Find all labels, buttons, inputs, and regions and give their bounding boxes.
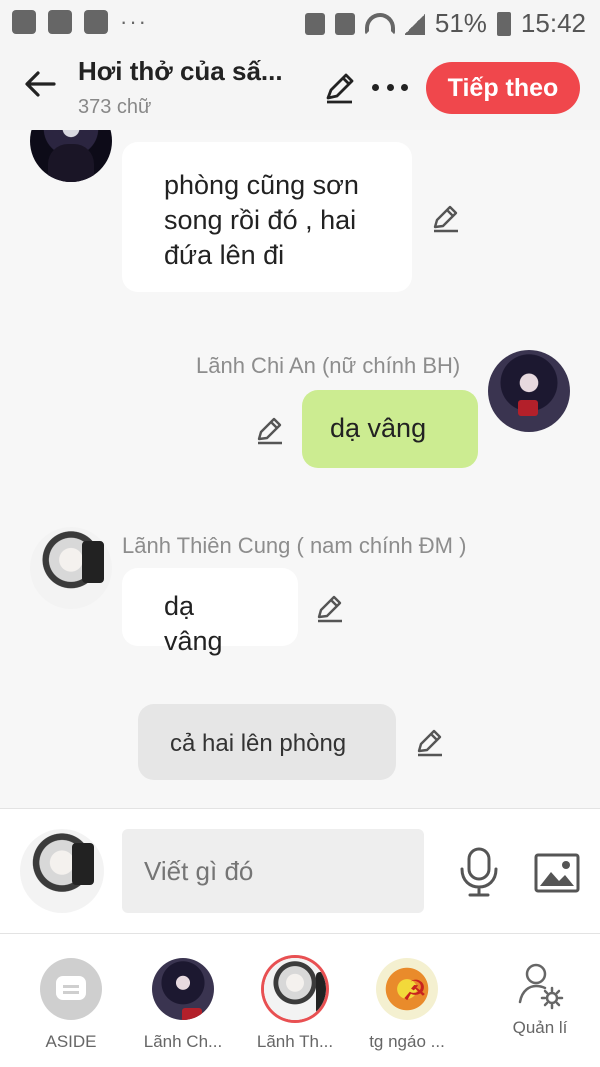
back-arrow-icon[interactable] — [22, 66, 58, 102]
cast-item-aside[interactable]: ASIDE — [21, 958, 121, 1058]
edit-message-icon[interactable] — [314, 592, 346, 624]
message-bubble-right[interactable]: dạ vâng — [302, 390, 478, 468]
status-bar: ··· 51% 15:42 — [0, 0, 600, 48]
cast-item-tg-ngao[interactable]: tg ngáo ... — [357, 958, 457, 1058]
cast-item-lanh-thien-cung[interactable]: Lãnh Th... — [245, 958, 345, 1058]
speaker-name: Lãnh Thiên Cung ( nam chính ĐM ) — [122, 533, 467, 558]
character-bar: ASIDE Lãnh Ch... Lãnh Th... tg ngáo ... … — [0, 934, 600, 1067]
battery-icon — [496, 11, 511, 36]
microphone-icon[interactable] — [458, 845, 500, 899]
cast-label: Lãnh Ch... — [143, 1032, 223, 1051]
edit-message-icon[interactable] — [254, 414, 286, 446]
edit-message-icon[interactable] — [430, 202, 462, 234]
youtube-notification-icon — [84, 10, 108, 34]
character-avatar — [264, 958, 326, 1020]
narration-bubble[interactable]: cả hai lên phòng — [138, 704, 396, 780]
message-input[interactable] — [122, 829, 424, 913]
edit-title-icon[interactable] — [322, 70, 358, 106]
aside-icon — [40, 958, 102, 1020]
cast-label: Lãnh Th... — [256, 1032, 334, 1051]
app-bar: Hơi thở của sấ... 373 chữ Tiếp theo — [0, 48, 600, 130]
system-status: 51% 15:42 — [304, 8, 586, 39]
cast-label: tg ngáo ... — [369, 1032, 445, 1051]
story-title: Hơi thở của sấ... — [78, 56, 283, 86]
more-notifications-icon: ··· — [120, 9, 148, 34]
cast-item-lanh-chi-an[interactable]: Lãnh Ch... — [133, 958, 233, 1058]
speaker-avatar[interactable] — [30, 527, 112, 609]
speaker-name: Lãnh Chi An (nữ chính BH) — [196, 353, 461, 378]
speaker-avatar[interactable] — [488, 350, 570, 432]
image-notification-icon — [12, 10, 36, 34]
wifi-icon — [364, 12, 395, 35]
edit-message-icon[interactable] — [414, 726, 446, 758]
word-count: 373 chữ — [78, 96, 152, 118]
message-text: phòng cũng sơn song rồi đó , hai đứa lên… — [164, 170, 359, 270]
video-notification-icon — [48, 10, 72, 34]
manage-label[interactable]: Quản lí — [504, 1018, 576, 1038]
message-text: dạ vâng — [330, 413, 427, 443]
battery-percentage: 51% — [434, 8, 487, 38]
message-bubble-left[interactable]: dạ vâng — [122, 568, 298, 656]
signal-icon — [404, 12, 425, 35]
mute-icon — [334, 12, 355, 35]
character-avatar — [152, 958, 214, 1020]
speaker-avatar[interactable] — [30, 130, 112, 182]
composer — [0, 808, 600, 934]
more-options-icon[interactable] — [372, 72, 408, 102]
current-speaker-avatar[interactable] — [20, 829, 104, 913]
character-avatar — [376, 958, 438, 1020]
cast-label: ASIDE — [45, 1032, 97, 1051]
clock: 15:42 — [520, 8, 586, 38]
manage-characters-icon[interactable] — [514, 960, 564, 1010]
narration-text: cả hai lên phòng — [170, 730, 347, 757]
next-button[interactable]: Tiếp theo — [426, 62, 580, 114]
battery-saver-icon — [304, 12, 325, 35]
insert-image-icon[interactable] — [534, 853, 580, 893]
chat-area[interactable]: phòng cũng sơn song rồi đó , hai đứa lên… — [0, 130, 600, 808]
message-text: dạ vâng — [164, 591, 223, 656]
message-bubble-left[interactable]: phòng cũng sơn song rồi đó , hai đứa lên… — [122, 142, 412, 292]
notification-icons: ··· — [12, 10, 148, 34]
